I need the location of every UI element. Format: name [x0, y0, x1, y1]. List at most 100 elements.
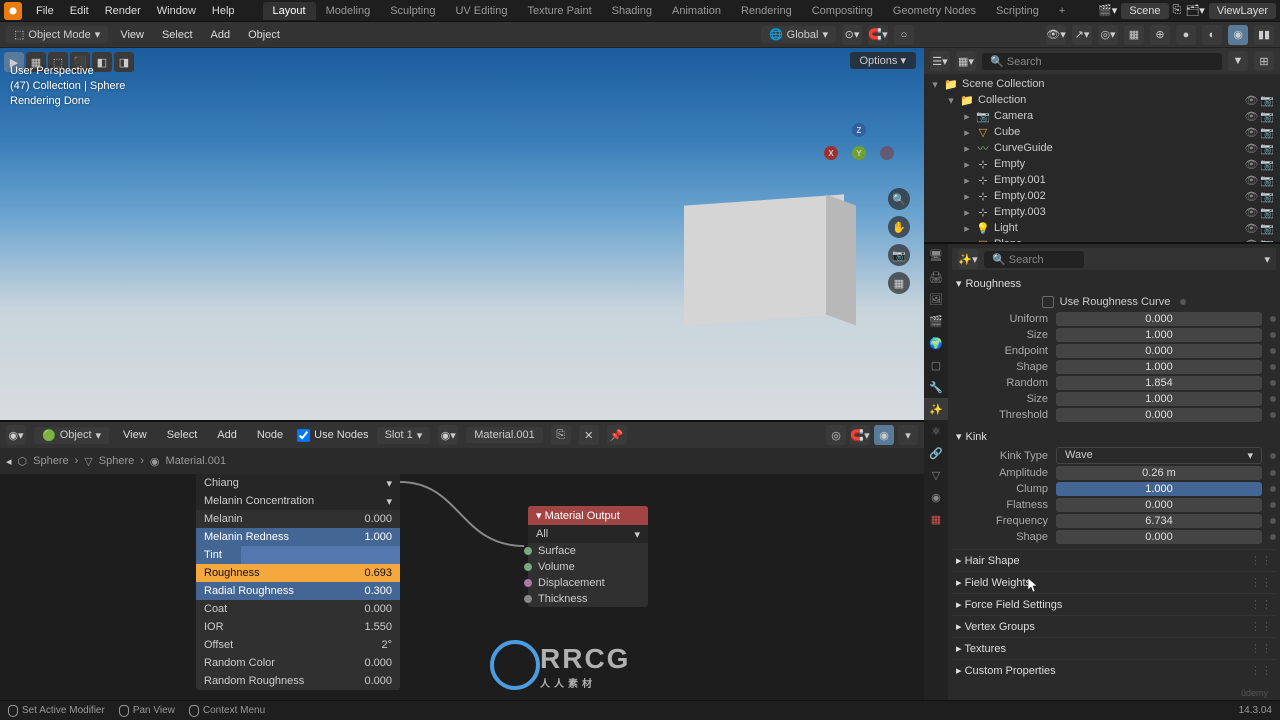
- socket-surface[interactable]: Surface: [528, 543, 648, 559]
- perspective-icon[interactable]: ▦: [888, 272, 910, 294]
- tab-particles-icon[interactable]: ✨: [924, 398, 948, 420]
- tree-row-empty-003[interactable]: ▸⊹Empty.003👁 📷: [924, 204, 1280, 220]
- node-input-random-color[interactable]: Random Color0.000: [196, 654, 400, 672]
- tab-data-icon[interactable]: ▽: [924, 464, 948, 486]
- tab-animation[interactable]: Animation: [662, 2, 731, 20]
- tree-row-collection[interactable]: ▾📁Collection👁 📷: [924, 92, 1280, 108]
- menu-edit[interactable]: Edit: [62, 5, 97, 17]
- prop-value-shape[interactable]: 0.000: [1056, 530, 1262, 544]
- tab-shading[interactable]: Shading: [602, 2, 662, 20]
- node-input-melanin[interactable]: Melanin0.000: [196, 510, 400, 528]
- tree-row-plane[interactable]: ▸▽Plane👁 📷: [924, 236, 1280, 242]
- menu-render[interactable]: Render: [97, 5, 149, 17]
- prop-value-flatness[interactable]: 0.000: [1056, 498, 1262, 512]
- outliner-type-icon[interactable]: ☰▾: [930, 51, 950, 71]
- node-menu-node[interactable]: Node: [251, 427, 289, 443]
- menu-window[interactable]: Window: [149, 5, 204, 17]
- pin-icon[interactable]: 📌: [607, 425, 627, 445]
- tree-row-empty[interactable]: ▸⊹Empty👁 📷: [924, 156, 1280, 172]
- node-dropdown-parametrization[interactable]: Melanin Concentration▾: [196, 492, 400, 510]
- tab-geometry-nodes[interactable]: Geometry Nodes: [883, 2, 986, 20]
- outliner-tree[interactable]: ▾📁Scene Collection▾📁Collection👁 📷▸📷Camer…: [924, 74, 1280, 242]
- node-input-melanin-redness[interactable]: Melanin Redness1.000: [196, 528, 400, 546]
- options-dropdown[interactable]: Options ▾: [850, 52, 917, 69]
- breadcrumb-material[interactable]: Material.001: [166, 455, 227, 467]
- tab-scripting[interactable]: Scripting: [986, 2, 1049, 20]
- xray-icon[interactable]: ▦: [1124, 25, 1144, 45]
- scene-selector[interactable]: Scene: [1121, 3, 1168, 19]
- tab-modeling[interactable]: Modeling: [316, 2, 381, 20]
- tab-texture-paint[interactable]: Texture Paint: [517, 2, 601, 20]
- node-backdrop-icon[interactable]: ◉: [874, 425, 894, 445]
- prop-value-size[interactable]: 1.000: [1056, 392, 1262, 406]
- outliner-search-input[interactable]: 🔍 Search: [982, 53, 1222, 70]
- tab-constraints-icon[interactable]: 🔗: [924, 442, 948, 464]
- node-input-radial-roughness[interactable]: Radial Roughness0.300: [196, 582, 400, 600]
- shading-solid-icon[interactable]: ●: [1176, 25, 1196, 45]
- prop-value-uniform[interactable]: 0.000: [1056, 312, 1262, 326]
- tree-row-cube[interactable]: ▸▽Cube👁 📷: [924, 124, 1280, 140]
- node-input-ior[interactable]: IOR1.550: [196, 618, 400, 636]
- menu-select[interactable]: Select: [156, 27, 199, 43]
- output-target-dropdown[interactable]: All▾: [528, 525, 648, 543]
- tree-row-camera[interactable]: ▸📷Camera👁 📷: [924, 108, 1280, 124]
- new-scene-icon[interactable]: ⎘: [1173, 4, 1182, 17]
- tab-world-icon[interactable]: 🌍: [924, 332, 948, 354]
- section-vertex-groups[interactable]: ▸ Vertex Groups⋮⋮: [952, 615, 1276, 637]
- menu-object[interactable]: Object: [242, 27, 286, 43]
- node-input-offset[interactable]: Offset2°: [196, 636, 400, 654]
- gizmo-toggle-icon[interactable]: ↗▾: [1072, 25, 1092, 45]
- new-material-icon[interactable]: ⎘: [551, 425, 571, 445]
- tree-row-empty-002[interactable]: ▸⊹Empty.002👁 📷: [924, 188, 1280, 204]
- prop-type-icon[interactable]: ✨▾: [958, 249, 978, 269]
- pivot-icon[interactable]: ⊙▾: [842, 25, 862, 45]
- node-input-coat[interactable]: Coat0.000: [196, 600, 400, 618]
- tab-modifiers-icon[interactable]: 🔧: [924, 376, 948, 398]
- node-menu-select[interactable]: Select: [161, 427, 204, 443]
- tree-row-light[interactable]: ▸💡Light👁 📷: [924, 220, 1280, 236]
- snap-icon[interactable]: 🧲▾: [868, 25, 888, 45]
- pause-icon[interactable]: ▮▮: [1254, 25, 1274, 45]
- 3d-viewport[interactable]: ▶ ▦ ⬚ ⬛ ◧ ◨ User Perspective (47) Collec…: [0, 48, 924, 420]
- prop-value-endpoint[interactable]: 0.000: [1056, 344, 1262, 358]
- filter-icon[interactable]: ▼: [1228, 51, 1248, 71]
- material-output-node[interactable]: ▾ Material Output All▾ Surface Volume Di…: [528, 506, 648, 607]
- outliner-display-icon[interactable]: ▦▾: [956, 51, 976, 71]
- slot-selector[interactable]: Slot 1 ▾: [377, 427, 431, 444]
- tab-texture-icon[interactable]: ▦: [924, 508, 948, 530]
- socket-volume[interactable]: Volume: [528, 559, 648, 575]
- node-chevron-icon[interactable]: ▾: [898, 425, 918, 445]
- proportional-edit-icon[interactable]: ○: [894, 25, 914, 45]
- kink-type-dropdown[interactable]: Wave▾: [1056, 447, 1262, 464]
- prop-value-size[interactable]: 1.000: [1056, 328, 1262, 342]
- node-input-tint[interactable]: Tint: [196, 546, 400, 564]
- orientation-selector[interactable]: 🌐 Global ▾: [761, 26, 836, 43]
- tab-object-icon[interactable]: ▢: [924, 354, 948, 376]
- pan-icon[interactable]: ✋: [888, 216, 910, 238]
- node-input-roughness[interactable]: Roughness0.693: [196, 564, 400, 582]
- app-logo-icon[interactable]: [4, 2, 22, 20]
- section-force-field-settings[interactable]: ▸ Force Field Settings⋮⋮: [952, 593, 1276, 615]
- visibility-icon[interactable]: 👁▾: [1046, 25, 1066, 45]
- section-hair-shape[interactable]: ▸ Hair Shape⋮⋮: [952, 549, 1276, 571]
- shading-matprev-icon[interactable]: ◐: [1202, 25, 1222, 45]
- tree-row-curveguide[interactable]: ▸〰CurveGuide👁 📷: [924, 140, 1280, 156]
- tree-row-empty-001[interactable]: ▸⊹Empty.001👁 📷: [924, 172, 1280, 188]
- menu-add[interactable]: Add: [205, 27, 237, 43]
- tab-scene-icon[interactable]: 🎬: [924, 310, 948, 332]
- properties-search-input[interactable]: 🔍 Search: [984, 251, 1084, 268]
- menu-file[interactable]: File: [28, 5, 62, 17]
- tab-physics-icon[interactable]: ⚛: [924, 420, 948, 442]
- overlay-toggle-icon[interactable]: ◎▾: [1098, 25, 1118, 45]
- section-field-weights[interactable]: ▸ Field Weights⋮⋮: [952, 571, 1276, 593]
- material-browse-icon[interactable]: ◉▾: [438, 425, 458, 445]
- section-roughness-header[interactable]: ▾ Roughness: [952, 274, 1276, 293]
- prop-value-clump[interactable]: 1.000: [1056, 482, 1262, 496]
- add-workspace-button[interactable]: +: [1049, 2, 1075, 20]
- section-kink-header[interactable]: ▾ Kink: [952, 427, 1276, 446]
- node-menu-view[interactable]: View: [117, 427, 153, 443]
- camera-view-icon[interactable]: 📷: [888, 244, 910, 266]
- shading-wireframe-icon[interactable]: ⊕: [1150, 25, 1170, 45]
- viewlayer-selector[interactable]: ViewLayer: [1209, 3, 1276, 19]
- navigation-gizmo[interactable]: X Y Z: [824, 118, 894, 188]
